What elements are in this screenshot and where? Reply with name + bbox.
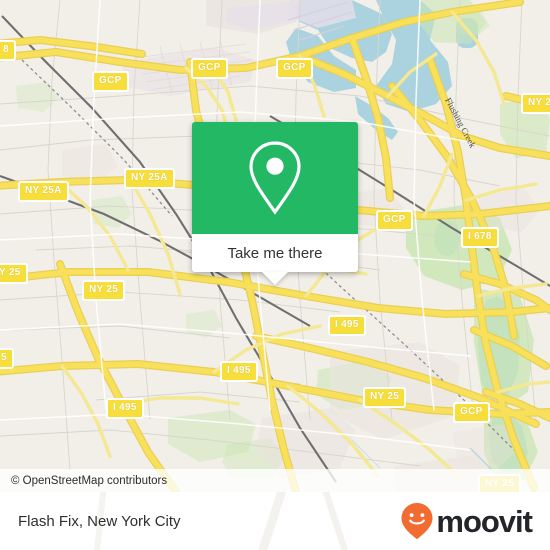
shield-gcp-3: GCP [276,58,313,79]
location-popup[interactable]: Take me there [192,122,358,285]
shield-ny25-3: NY 25 [363,387,407,408]
map-page: .w { fill:#aad3df; } .pk { fill:#cbe6b4;… [0,0,550,550]
moovit-smiley-pin-icon [401,503,433,540]
shield-5-left: 5 [0,348,14,369]
map-canvas[interactable]: .w { fill:#aad3df; } .pk { fill:#cbe6b4;… [0,0,550,492]
map-pin-icon [249,141,301,215]
shield-ny-topright: NY 2 [521,93,550,114]
shield-i678: I 678 [461,227,499,248]
shield-i495-3: I 495 [106,398,144,419]
shield-ny25a-1: NY 25A [18,181,69,202]
shield-ny25-left: Y 25 [0,263,28,284]
moovit-wordmark: moovit [436,503,533,539]
shield-ny25a-2: NY 25A [124,168,175,189]
shield-gcp-2: GCP [191,58,228,79]
page-footer: Flash Fix, New York City moovit [0,492,550,550]
shield-i678-edge: 8 [0,40,16,61]
shield-gcp-1: GCP [92,71,129,92]
popup-footer[interactable]: Take me there [192,234,358,285]
shield-i495-2: I 495 [220,361,258,382]
moovit-logo[interactable]: moovit [400,502,533,540]
shield-gcp-5: GCP [453,402,490,423]
place-title: Flash Fix, New York City [18,512,181,530]
shield-ny25-2: NY 25 [82,280,126,301]
shield-i495-1: I 495 [328,315,366,336]
popup-tail [262,272,288,285]
take-me-there-label: Take me there [227,244,323,262]
map-attribution[interactable]: © OpenStreetMap contributors [0,469,550,492]
popup-header [192,122,358,234]
attribution-text: © OpenStreetMap contributors [11,474,168,487]
shield-gcp-4: GCP [376,210,413,231]
